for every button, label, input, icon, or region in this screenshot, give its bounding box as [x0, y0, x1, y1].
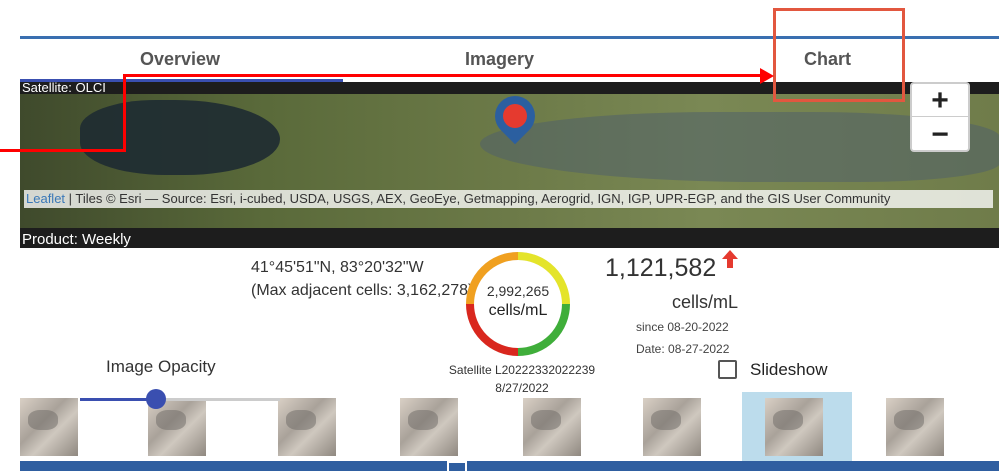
- slideshow-checkbox[interactable]: [718, 360, 737, 379]
- gauge-unit: cells/mL: [488, 302, 548, 319]
- coordinates: 41°45'51"N, 83°20'32"W: [251, 259, 424, 276]
- document-icon[interactable]: [447, 461, 467, 471]
- zoom-out-button[interactable]: −: [912, 118, 968, 151]
- thumbnail-strip: [20, 389, 999, 462]
- annotation-arrow-icon: [760, 68, 774, 84]
- zoom-control: + −: [910, 82, 970, 152]
- image-opacity-label: Image Opacity: [106, 357, 216, 376]
- product-label: Product: Weekly: [22, 231, 131, 248]
- current-date: Date: 08-27-2022: [636, 342, 730, 356]
- max-adjacent-cells: (Max adjacent cells: 3,162,278): [251, 282, 474, 299]
- attribution-text: | Tiles © Esri — Source: Esri, i-cubed, …: [65, 191, 891, 206]
- thumbnail[interactable]: [400, 398, 458, 456]
- thumbnail[interactable]: [643, 398, 701, 456]
- thumbnail[interactable]: [523, 398, 581, 456]
- trend-up-icon: [722, 250, 738, 268]
- tab-imagery[interactable]: Imagery: [465, 49, 534, 70]
- chart-tab-highlight: [773, 8, 905, 102]
- slideshow-label: Slideshow: [750, 360, 828, 379]
- annotation-line: [123, 74, 126, 152]
- bottom-toolbar: [20, 461, 999, 471]
- product-bar: Product: Weekly: [20, 228, 999, 248]
- opacity-slider-fill: [80, 398, 156, 401]
- annotation-line: [123, 74, 763, 77]
- map-marker-dot: [498, 99, 532, 133]
- thumbnail[interactable]: [20, 398, 78, 456]
- map-view[interactable]: Satellite: OLCI + − Leaflet | Tiles © Es…: [20, 82, 999, 228]
- leaflet-link[interactable]: Leaflet: [26, 191, 65, 206]
- tab-overview[interactable]: Overview: [140, 49, 220, 70]
- lake-area: [80, 100, 280, 175]
- cell-count: 1,121,582: [605, 254, 717, 282]
- zoom-in-button[interactable]: +: [912, 84, 968, 117]
- thumbnail[interactable]: [886, 398, 944, 456]
- thumbnail[interactable]: [765, 398, 823, 456]
- opacity-slider-handle[interactable]: [146, 389, 166, 409]
- location-info: 41°45'51"N, 83°20'32"W (Max adjacent cel…: [251, 256, 481, 302]
- cell-count-unit: cells/mL: [672, 292, 739, 312]
- since-date: since 08-20-2022: [636, 320, 729, 334]
- satellite-label: Satellite: OLCI: [22, 82, 106, 95]
- satellite-image-id: Satellite L20222332022239: [448, 363, 596, 377]
- annotation-line: [0, 149, 126, 152]
- thumbnail[interactable]: [278, 398, 336, 456]
- gauge-value: 2,992,265: [486, 283, 550, 299]
- map-attribution: Leaflet | Tiles © Esri — Source: Esri, i…: [24, 190, 993, 208]
